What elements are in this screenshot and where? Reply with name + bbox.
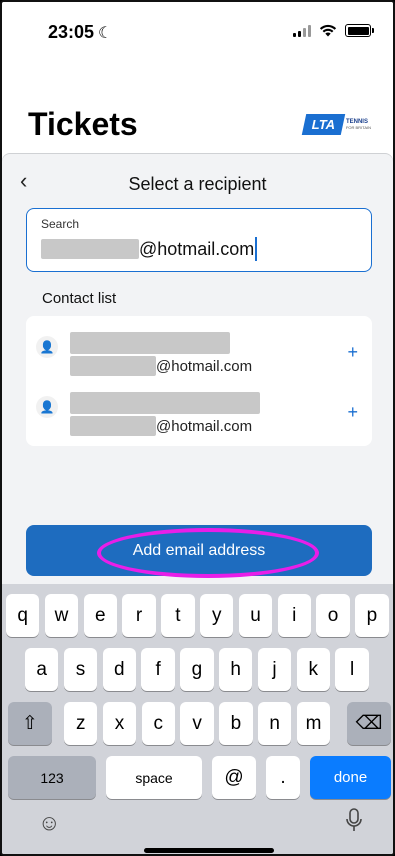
contact-email: @hotmail.com xyxy=(70,356,252,376)
emoji-icon[interactable]: ☺ xyxy=(38,810,60,836)
key-o[interactable]: o xyxy=(316,594,350,637)
recipient-sheet: ‹ Select a recipient Search @hotmail.com… xyxy=(2,154,393,584)
text-cursor xyxy=(255,237,258,261)
key-s[interactable]: s xyxy=(63,648,98,691)
microphone-icon[interactable] xyxy=(346,808,362,838)
done-key[interactable]: done xyxy=(310,756,391,799)
app-header: Tickets LTA TENNIS FOR BRITAIN xyxy=(2,62,393,154)
signal-icon xyxy=(293,24,311,37)
lta-logo-text: TENNIS FOR BRITAIN xyxy=(346,119,371,130)
key-e[interactable]: e xyxy=(83,594,117,637)
key-j[interactable]: j xyxy=(257,648,292,691)
key-p[interactable]: p xyxy=(355,594,389,637)
battery-icon xyxy=(345,24,374,37)
search-label: Search xyxy=(41,217,80,231)
key-u[interactable]: u xyxy=(238,594,273,637)
redacted-text xyxy=(41,239,139,259)
key-l[interactable]: l xyxy=(335,648,369,691)
key-d[interactable]: d xyxy=(102,648,136,691)
lta-logo-subword: FOR BRITAIN xyxy=(345,124,371,130)
shift-key-icon[interactable]: ⇧ xyxy=(8,702,52,745)
contact-email-suffix: @hotmail.com xyxy=(156,357,253,375)
onscreen-keyboard: qwertyuiop asdfghjkl ⇧ zxcvbnm ⌫ 123 spa… xyxy=(2,584,393,854)
sheet-title: Select a recipient xyxy=(128,174,267,194)
page-title: Tickets xyxy=(28,106,138,142)
contact-list: 👤 @hotmail.com + 👤 @hotmail.com + xyxy=(26,316,372,446)
contact-row[interactable]: 👤 @hotmail.com + xyxy=(26,320,372,378)
contact-email-suffix: @hotmail.com xyxy=(156,417,253,435)
backspace-key-icon[interactable]: ⌫ xyxy=(347,702,391,745)
search-input[interactable]: Search @hotmail.com xyxy=(26,208,372,272)
key-i[interactable]: i xyxy=(277,594,311,637)
status-time: 23:05 ☾ xyxy=(48,22,112,43)
key-m[interactable]: m xyxy=(296,702,331,745)
moon-icon: ☾ xyxy=(98,25,113,42)
redacted-text xyxy=(70,416,156,436)
add-contact-icon[interactable]: + xyxy=(347,342,358,363)
dot-key[interactable]: . xyxy=(266,756,300,799)
lta-logo: LTA TENNIS FOR BRITAIN xyxy=(301,114,371,135)
add-contact-icon[interactable]: + xyxy=(347,402,358,423)
key-n[interactable]: n xyxy=(258,702,292,745)
key-r[interactable]: r xyxy=(122,594,156,637)
contact-list-heading: Contact list xyxy=(42,290,117,307)
search-value[interactable]: @hotmail.com xyxy=(41,235,258,263)
search-value-suffix: @hotmail.com xyxy=(139,238,255,259)
key-k[interactable]: k xyxy=(296,648,330,691)
at-key[interactable]: @ xyxy=(212,756,256,799)
key-w[interactable]: w xyxy=(44,594,79,637)
key-y[interactable]: y xyxy=(200,594,234,637)
wifi-icon xyxy=(319,24,337,37)
redacted-name xyxy=(70,332,230,354)
key-h[interactable]: h xyxy=(219,648,253,691)
key-t[interactable]: t xyxy=(161,594,195,637)
home-indicator xyxy=(144,848,274,853)
contact-row[interactable]: 👤 @hotmail.com + xyxy=(26,380,372,438)
redacted-text xyxy=(70,356,156,376)
key-f[interactable]: f xyxy=(141,648,175,691)
sheet-header: ‹ Select a recipient xyxy=(2,154,393,210)
key-q[interactable]: q xyxy=(6,594,40,637)
person-icon: 👤 xyxy=(36,396,58,418)
status-bar: 23:05 ☾ xyxy=(2,2,393,62)
contact-email: @hotmail.com xyxy=(70,416,252,436)
space-key[interactable]: space xyxy=(106,756,202,799)
key-x[interactable]: x xyxy=(102,702,137,745)
key-c[interactable]: c xyxy=(141,702,175,745)
key-g[interactable]: g xyxy=(180,648,214,691)
person-icon: 👤 xyxy=(36,336,58,358)
key-b[interactable]: b xyxy=(219,702,253,745)
phone-screen: 23:05 ☾ Tickets LTA TENNIS FOR BRITAIN ‹… xyxy=(0,0,395,856)
key-z[interactable]: z xyxy=(64,702,98,745)
add-email-address-button[interactable]: Add email address xyxy=(26,525,372,576)
status-icons xyxy=(293,24,374,37)
key-v[interactable]: v xyxy=(180,702,214,745)
clock-text: 23:05 xyxy=(48,22,95,42)
redacted-name xyxy=(70,392,260,414)
lta-logo-mark: LTA xyxy=(301,114,346,135)
key-a[interactable]: a xyxy=(25,648,59,691)
numbers-key[interactable]: 123 xyxy=(8,756,96,799)
